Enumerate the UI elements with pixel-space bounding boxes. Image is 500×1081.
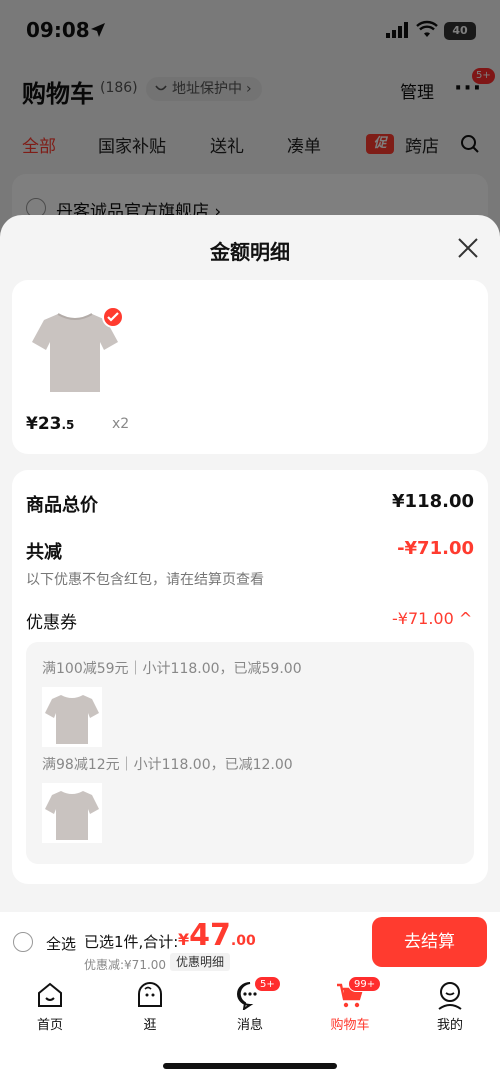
discount-summary: 优惠减:¥71.00 — [84, 958, 167, 972]
item-price: ¥23.5 — [26, 414, 75, 434]
goods-total-label: 商品总价 — [26, 495, 98, 516]
home-indicator — [163, 1063, 337, 1069]
tshirt-thumbnail — [42, 783, 102, 843]
nav-home-label: 首页 — [36, 1018, 63, 1033]
coupon-rule: 满100减59元｜小计118.00，已减59.00 — [42, 661, 302, 677]
sheet-title: 金额明细 — [210, 240, 290, 264]
discount-value: -¥71.00 — [397, 538, 474, 559]
nav-messages-label: 消息 — [236, 1018, 263, 1033]
nav-browse-label: 逛 — [143, 1018, 157, 1033]
total-amount: ¥ 47 .00 — [178, 918, 256, 953]
select-all-radio[interactable] — [13, 932, 33, 952]
browse-icon — [138, 982, 162, 1007]
item-quantity: x2 — [112, 416, 130, 432]
nav-profile-label: 我的 — [436, 1018, 463, 1033]
checkout-button[interactable]: 去结算 — [372, 917, 487, 967]
coupon-toggle[interactable]: -¥71.00 ^ — [392, 609, 472, 628]
discount-note: 以下优惠不包含红包，请在结算页查看 — [26, 572, 264, 588]
nav-cart-label: 购物车 — [330, 1018, 370, 1033]
tshirt-thumbnail — [42, 687, 102, 747]
select-all-label[interactable]: 全选 — [46, 933, 76, 954]
nav-profile[interactable]: 我的 — [410, 980, 490, 1033]
checkmark-icon — [102, 306, 124, 328]
profile-icon — [438, 982, 462, 1010]
cart-badge: 99+ — [348, 976, 382, 992]
selected-count-text: 已选1件,合计: — [84, 933, 179, 951]
coupon-rule: 满98减12元｜小计118.00，已减12.00 — [42, 757, 293, 773]
coupon-label: 优惠券 — [26, 613, 77, 633]
nav-browse[interactable]: 逛 — [110, 980, 190, 1033]
chevron-up-icon: ^ — [458, 609, 473, 628]
discount-detail-button[interactable]: 优惠明细 — [170, 953, 231, 971]
goods-total-value: ¥118.00 — [392, 491, 474, 512]
coupon-value: -¥71.00 — [392, 609, 454, 628]
home-icon — [38, 982, 62, 1007]
messages-badge: 5+ — [254, 976, 281, 992]
discount-label: 共减 — [26, 542, 62, 563]
nav-home[interactable]: 首页 — [10, 980, 90, 1033]
close-icon[interactable] — [456, 236, 480, 260]
